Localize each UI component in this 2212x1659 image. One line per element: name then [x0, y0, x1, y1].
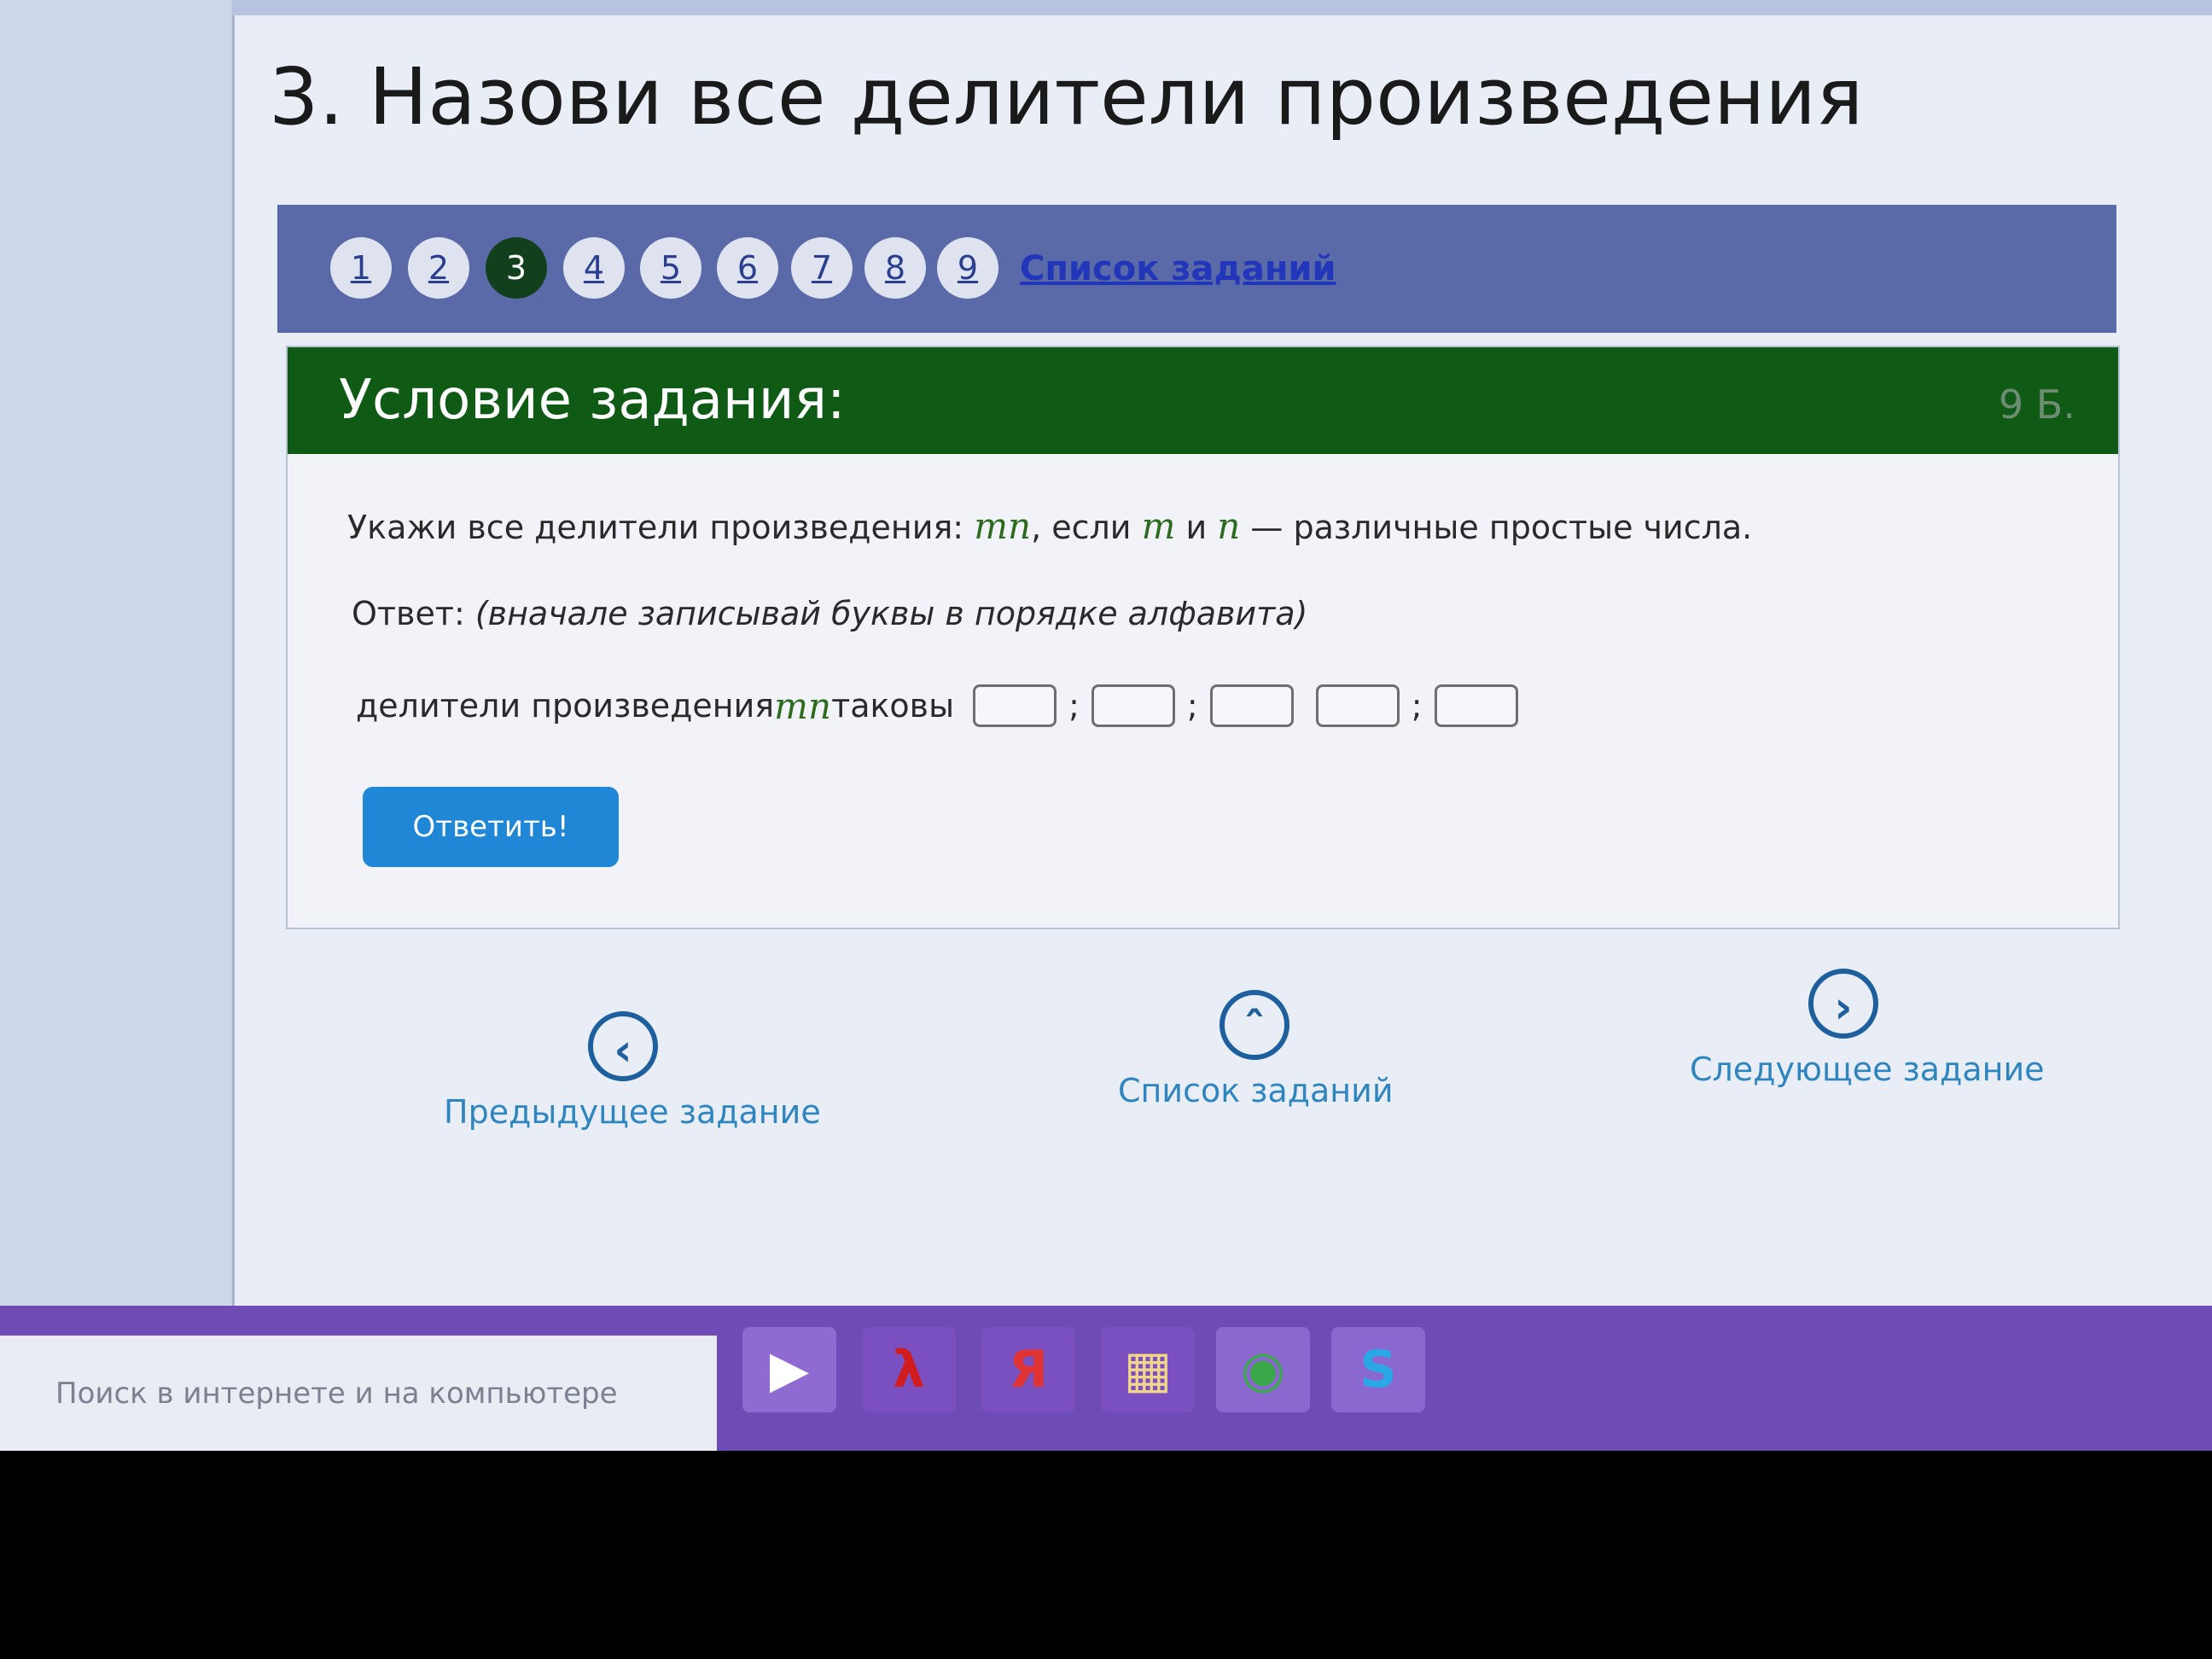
- separator: ;: [1186, 687, 1198, 725]
- task-list-nav-link[interactable]: ˆ Список заданий: [1118, 990, 1394, 1109]
- step-7[interactable]: 7: [791, 237, 853, 299]
- left-background: [0, 0, 230, 1382]
- next-task-label: Следующее задание: [1690, 1051, 2045, 1088]
- task-list-link[interactable]: Список заданий: [1020, 249, 1336, 288]
- variable-mn: mn: [974, 505, 1032, 547]
- chevron-left-icon: ‹: [588, 1011, 658, 1081]
- task-statement: Укажи все делители произведения: mn, есл…: [347, 505, 1752, 547]
- taskbar-search[interactable]: Поиск в интернете и на компьютере: [0, 1336, 717, 1451]
- answer-label: Ответ:: [352, 595, 475, 632]
- screen: 3. Назови все делители произведения 1 2 …: [0, 0, 2212, 1451]
- pdf-reader-icon[interactable]: λ: [862, 1327, 956, 1412]
- step-5[interactable]: 5: [640, 237, 701, 299]
- variable-m: m: [1141, 505, 1176, 547]
- statement-if: , если: [1031, 509, 1142, 546]
- chevron-up-icon: ˆ: [1220, 990, 1289, 1060]
- step-4[interactable]: 4: [563, 237, 625, 299]
- statement-end: — различные простые числа.: [1240, 509, 1753, 546]
- search-placeholder: Поиск в интернете и на компьютере: [55, 1377, 618, 1411]
- divisor-input-3[interactable]: [1209, 684, 1294, 727]
- divisor-input-5[interactable]: [1434, 684, 1518, 727]
- step-navigation: 1 2 3 4 5 6 7 8 9 Список заданий: [277, 205, 2116, 333]
- task-header-title: Условие задания:: [339, 369, 846, 432]
- divisor-input-2[interactable]: [1091, 684, 1175, 727]
- step-8[interactable]: 8: [864, 237, 926, 299]
- separator: ;: [1068, 687, 1080, 725]
- task-card: Условие задания: 9 Б. Укажи все делители…: [286, 346, 2120, 929]
- statement-text: Укажи все делители произведения:: [347, 509, 975, 546]
- submit-button[interactable]: Ответить!: [363, 787, 619, 867]
- step-3-active[interactable]: 3: [486, 237, 547, 299]
- variable-n: n: [1217, 505, 1241, 547]
- divisors-label: делители произведения: [356, 687, 775, 725]
- previous-task-link[interactable]: ‹ Предыдущее задание: [444, 1011, 821, 1131]
- step-9[interactable]: 9: [937, 237, 998, 299]
- chrome-icon[interactable]: ◉: [1216, 1327, 1310, 1412]
- divisor-input-1[interactable]: [973, 684, 1057, 727]
- media-player-icon[interactable]: ▶: [742, 1327, 836, 1412]
- answer-hint: (вначале записывай буквы в порядке алфав…: [474, 595, 1308, 632]
- page-title: 3. Назови все делители произведения: [269, 51, 1864, 143]
- answer-instruction: Ответ: (вначале записывай буквы в порядк…: [352, 595, 1307, 632]
- previous-task-label: Предыдущее задание: [444, 1093, 821, 1131]
- next-task-link[interactable]: › Следующее задание: [1690, 969, 2045, 1088]
- file-explorer-icon[interactable]: ▦: [1101, 1327, 1195, 1412]
- step-2[interactable]: 2: [408, 237, 469, 299]
- task-points: 9 Б.: [1998, 381, 2075, 428]
- divisors-row: делители произведения mn таковы ; ; ;: [356, 684, 1525, 727]
- chevron-right-icon: ›: [1808, 969, 1878, 1039]
- statement-and: и: [1175, 509, 1218, 546]
- task-list-nav-label: Список заданий: [1118, 1072, 1394, 1109]
- top-strip: [232, 0, 2212, 15]
- task-header: Условие задания: 9 Б.: [288, 347, 2118, 454]
- step-6[interactable]: 6: [717, 237, 778, 299]
- skype-icon[interactable]: S: [1331, 1327, 1425, 1412]
- separator: ;: [1411, 687, 1423, 725]
- divisors-variable: mn: [774, 684, 832, 727]
- divisors-suffix: таковы: [831, 687, 955, 725]
- divisor-input-4[interactable]: [1315, 684, 1400, 727]
- yandex-browser-icon[interactable]: Я: [981, 1327, 1075, 1412]
- step-1[interactable]: 1: [330, 237, 392, 299]
